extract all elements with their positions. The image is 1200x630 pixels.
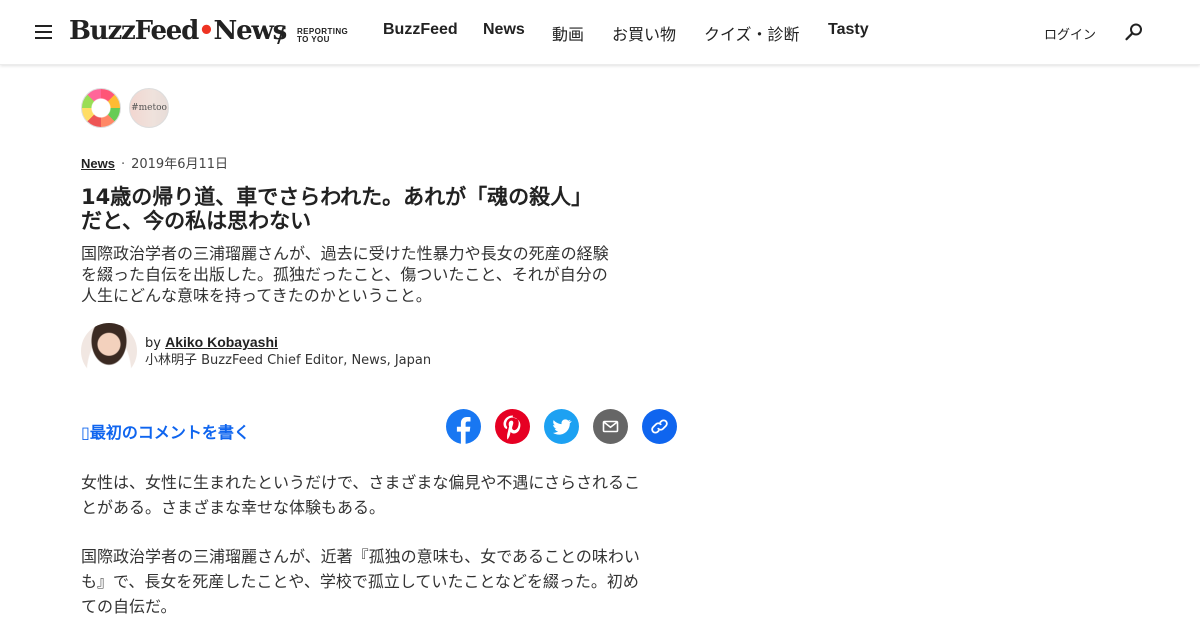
article-paragraph: 女性は、女性に生まれたというだけで、さまざまな偏見や不遇にさらされるこ とがある… bbox=[81, 470, 681, 520]
nav-item-buzzfeed[interactable]: BuzzFeed bbox=[383, 21, 458, 39]
logo-dot: • bbox=[198, 16, 215, 46]
twitter-share-button[interactable] bbox=[544, 409, 579, 444]
article-dek: 国際政治学者の三浦瑠麗さんが、過去に受けた性暴力や長女の死産の経験 を綴った自伝… bbox=[81, 243, 681, 306]
buzzfeed-news-logo[interactable]: BuzzFeed•News bbox=[69, 16, 288, 46]
tagline-line2: TO YOU bbox=[297, 35, 330, 44]
nav-item-tasty[interactable]: Tasty bbox=[828, 21, 869, 39]
paragraph2-line2: も』で、長女を死産したことや、学校で孤立していたことなどを綴った。初め bbox=[81, 572, 639, 591]
meta-separator: · bbox=[120, 157, 126, 172]
paragraph1-line2: とがある。さまざまな幸せな体験もある。 bbox=[81, 498, 386, 517]
facebook-icon bbox=[446, 409, 481, 444]
hamburger-menu-icon[interactable] bbox=[35, 25, 52, 39]
twitter-icon bbox=[544, 409, 579, 444]
nav-item-quiz[interactable]: クイズ・診断 bbox=[704, 21, 800, 45]
copy-link-button[interactable] bbox=[642, 409, 677, 444]
logo-text-news: News bbox=[213, 16, 288, 46]
mail-icon bbox=[593, 409, 628, 444]
comment-label: 最初のコメントを書く bbox=[89, 423, 250, 442]
nav-item-video[interactable]: 動画 bbox=[552, 21, 584, 45]
paragraph2-line3: ての自伝だ。 bbox=[81, 597, 177, 616]
author-role: 小林明子 BuzzFeed Chief Editor, News, Japan bbox=[145, 353, 432, 368]
email-share-button[interactable] bbox=[593, 409, 628, 444]
logo-tagline: REPORTING TO YOU bbox=[297, 28, 348, 44]
title-line2: だと、今の私は思わない bbox=[81, 209, 312, 233]
comment-icon: ▯ bbox=[81, 423, 90, 442]
author-link[interactable]: Akiko Kobayashi bbox=[165, 334, 278, 350]
paragraph1-line1: 女性は、女性に生まれたというだけで、さまざまな偏見や不遇にさらされるこ bbox=[81, 473, 641, 492]
pinterest-share-button[interactable] bbox=[495, 409, 530, 444]
logo-text-buzzfeed: BuzzFeed bbox=[69, 16, 199, 46]
paragraph2-line1: 国際政治学者の三浦瑠麗さんが、近著『孤独の意味も、女であることの味わい bbox=[81, 547, 640, 566]
category-link[interactable]: News bbox=[81, 156, 115, 171]
nav-item-shopping[interactable]: お買い物 bbox=[612, 21, 676, 45]
site-header: BuzzFeed•News REPORTING TO YOU BuzzFeed … bbox=[0, 0, 1200, 65]
dek-line3: 人生にどんな意味を持ってきたのかということ。 bbox=[81, 286, 432, 305]
article-title: 14歳の帰り道、車でさらわれた。あれが「魂の殺人」 だと、今の私は思わない bbox=[81, 185, 681, 233]
author-avatar[interactable] bbox=[81, 323, 137, 379]
search-icon[interactable] bbox=[1124, 22, 1144, 42]
facebook-share-button[interactable] bbox=[446, 409, 481, 444]
title-line1: 14歳の帰り道、車でさらわれた。あれが「魂の殺人」 bbox=[81, 185, 593, 209]
dek-line2: を綴った自伝を出版した。孤独だったこと、傷ついたこと、それが自分の bbox=[81, 265, 608, 284]
article-meta: News · 2019年6月11日 bbox=[81, 153, 228, 172]
byline-prefix: by bbox=[145, 336, 166, 351]
food-badge-icon[interactable] bbox=[81, 88, 121, 128]
nav-item-news[interactable]: News bbox=[483, 21, 525, 39]
login-link[interactable]: ログイン bbox=[1044, 24, 1096, 43]
metoo-badge-label: #metoo bbox=[131, 103, 167, 113]
byline: by Akiko Kobayashi 小林明子 BuzzFeed Chief E… bbox=[145, 334, 431, 369]
link-icon bbox=[642, 409, 677, 444]
article-paragraph: 国際政治学者の三浦瑠麗さんが、近著『孤独の意味も、女であることの味わい も』で、… bbox=[81, 544, 681, 619]
dek-line1: 国際政治学者の三浦瑠麗さんが、過去に受けた性暴力や長女の死産の経験 bbox=[81, 244, 609, 263]
comment-link[interactable]: ▯最初のコメントを書く bbox=[81, 419, 250, 443]
pinterest-icon bbox=[495, 409, 530, 444]
metoo-badge[interactable]: #metoo bbox=[129, 88, 169, 128]
publish-date: 2019年6月11日 bbox=[131, 157, 229, 172]
